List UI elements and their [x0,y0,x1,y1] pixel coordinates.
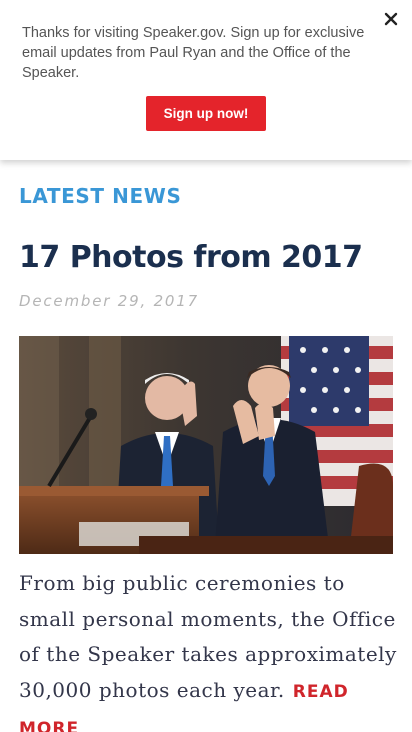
article-photo[interactable] [19,336,393,554]
article-title[interactable]: 17 Photos from 2017 [19,240,399,275]
section-heading-latest-news: LATEST NEWS [19,184,182,208]
article-date: December 29, 2017 [19,292,199,310]
banner-message: Thanks for visiting Speaker.gov. Sign up… [22,25,365,81]
signup-button[interactable]: Sign up now! [146,96,266,131]
signup-banner: Thanks for visiting Speaker.gov. Sign up… [0,0,412,160]
close-icon[interactable] [380,8,402,30]
article-excerpt: From big public ceremonies to small pers… [19,566,404,732]
